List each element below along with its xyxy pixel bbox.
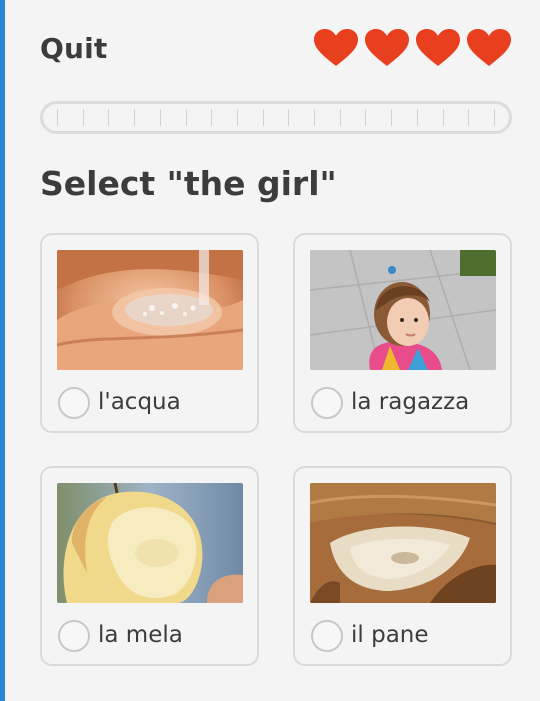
option-radio[interactable]	[311, 620, 343, 652]
progress-tick	[134, 109, 136, 126]
progress-segments	[57, 109, 495, 126]
option-card-apple[interactable]: la mela	[40, 466, 259, 666]
lesson-progress-bar	[40, 101, 512, 134]
heart-icon	[314, 29, 358, 66]
heart-icon	[467, 29, 511, 66]
progress-tick	[339, 109, 341, 126]
lesson-screen: Quit Select "the girl" l'acqua la ragazz…	[0, 0, 540, 701]
progress-tick	[82, 109, 84, 126]
progress-tick	[108, 109, 110, 126]
option-card-bread[interactable]: il pane	[293, 466, 512, 666]
option-radio[interactable]	[58, 387, 90, 419]
option-card-water[interactable]: l'acqua	[40, 233, 259, 433]
progress-tick	[159, 109, 161, 126]
water-photo	[57, 250, 243, 370]
lesson-header: Quit	[40, 26, 512, 70]
progress-tick	[416, 109, 418, 126]
option-label: la mela	[98, 622, 183, 648]
progress-tick	[262, 109, 264, 126]
progress-tick	[365, 109, 367, 126]
window-edge	[0, 0, 5, 701]
progress-tick	[236, 109, 238, 126]
progress-tick	[288, 109, 290, 126]
option-radio[interactable]	[311, 387, 343, 419]
progress-tick	[314, 109, 316, 126]
quit-button[interactable]: Quit	[40, 32, 108, 65]
progress-tick	[391, 109, 393, 126]
heart-icon	[416, 29, 460, 66]
progress-tick	[185, 109, 187, 126]
option-label: il pane	[351, 622, 429, 648]
progress-tick	[493, 109, 495, 126]
apple-photo	[57, 483, 243, 603]
option-card-girl[interactable]: la ragazza	[293, 233, 512, 433]
girl-photo	[310, 250, 496, 370]
hearts-remaining	[313, 28, 512, 68]
question-prompt: Select "the girl"	[40, 164, 337, 203]
progress-tick	[211, 109, 213, 126]
option-label: la ragazza	[351, 389, 470, 415]
bread-photo	[310, 483, 496, 603]
progress-tick	[468, 109, 470, 126]
progress-tick	[57, 109, 58, 126]
option-radio[interactable]	[58, 620, 90, 652]
heart-icon	[365, 29, 409, 66]
progress-tick	[442, 109, 444, 126]
option-label: l'acqua	[98, 389, 181, 415]
